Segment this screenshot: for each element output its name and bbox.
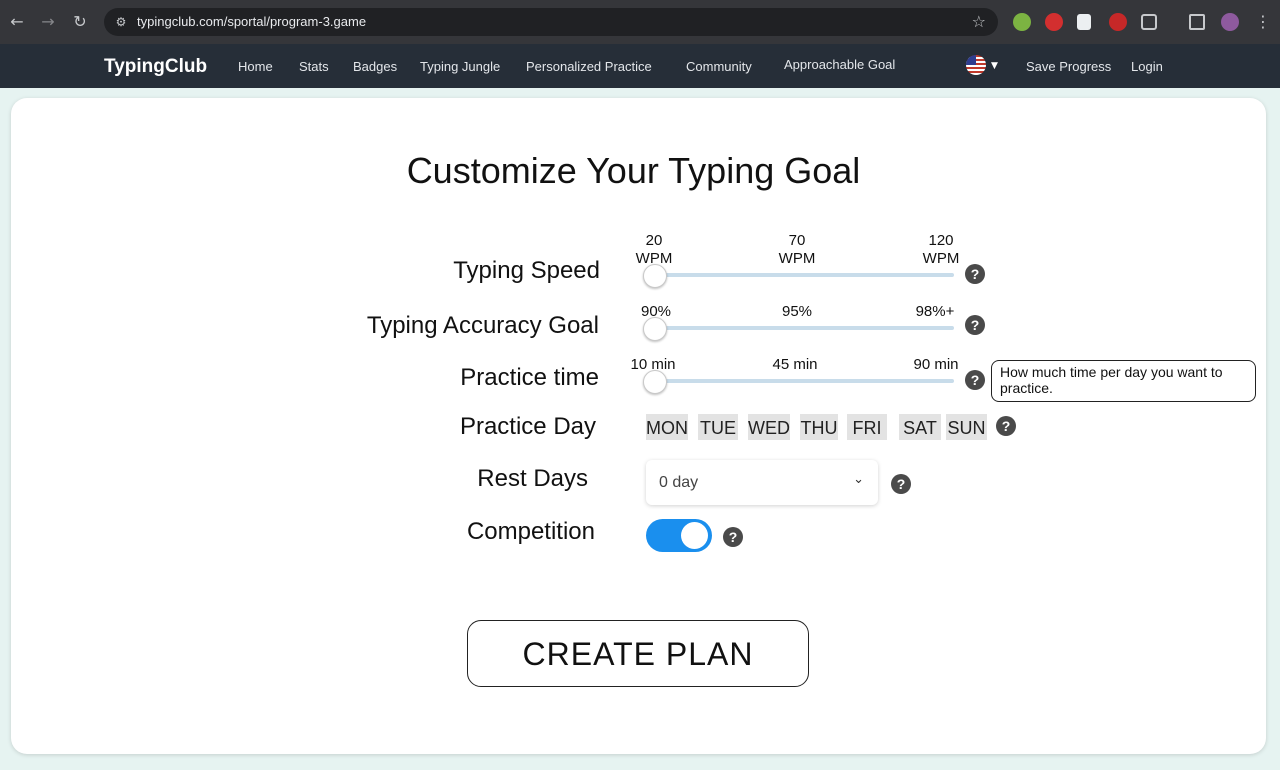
page-title: Customize Your Typing Goal — [406, 150, 861, 191]
practice-day-label: Practice Day — [459, 413, 596, 440]
day-tue[interactable]: TUE — [698, 414, 738, 440]
rest-days-help-icon[interactable]: ? — [891, 474, 911, 494]
competition-help-icon[interactable]: ? — [723, 527, 743, 547]
day-fri[interactable]: FRI — [847, 414, 887, 440]
practice-time-help-icon[interactable]: ? — [965, 370, 985, 390]
site-info-icon[interactable]: ⚙ — [113, 14, 129, 30]
accuracy-slider[interactable] — [654, 326, 954, 330]
speed-tick-max: 120 WPM — [922, 232, 960, 267]
site-navbar: TypingClub Home Stats Badges Typing Jung… — [0, 44, 1280, 88]
nav-stats[interactable]: Stats — [299, 59, 329, 74]
accuracy-slider-handle[interactable] — [643, 317, 667, 341]
extension-icon-2[interactable] — [1045, 13, 1063, 31]
rest-days-select[interactable]: 0 day ⌄ — [646, 460, 878, 505]
language-caret-icon[interactable]: ▼ — [991, 56, 998, 76]
extension-icon-1[interactable] — [1013, 13, 1031, 31]
nav-typing-jungle[interactable]: Typing Jungle — [420, 59, 500, 74]
typing-speed-slider[interactable] — [654, 273, 954, 277]
extensions-puzzle-icon[interactable] — [1141, 14, 1157, 30]
rest-days-label: Rest Days — [477, 465, 588, 492]
accuracy-tick-mid: 95% — [781, 303, 813, 320]
profile-avatar[interactable] — [1221, 13, 1239, 31]
bookmark-star-icon[interactable]: ☆ — [972, 12, 986, 31]
browser-toolbar: ← → ↻ ⚙ typingclub.com/sportal/program-3… — [0, 0, 1280, 44]
practice-time-tooltip: How much time per day you want to practi… — [991, 360, 1256, 402]
forward-icon[interactable]: → — [38, 12, 58, 32]
nav-community[interactable]: Community — [686, 59, 752, 74]
typingclub-logo[interactable]: TypingClub — [104, 56, 207, 78]
rest-days-value: 0 day — [659, 474, 699, 491]
us-flag-icon[interactable] — [966, 55, 986, 75]
day-mon[interactable]: MON — [646, 414, 688, 440]
reload-icon[interactable]: ↻ — [70, 12, 90, 32]
day-thu[interactable]: THU — [800, 414, 838, 440]
toggle-knob — [681, 522, 708, 549]
practice-time-slider-handle[interactable] — [643, 370, 667, 394]
speed-tick-min: 20 WPM — [635, 232, 673, 267]
address-bar[interactable]: ⚙ typingclub.com/sportal/program-3.game … — [104, 8, 998, 36]
shield-extension-icon[interactable] — [1077, 14, 1091, 30]
typing-speed-help-icon[interactable]: ? — [965, 264, 985, 284]
accuracy-goal-label: Typing Accuracy Goal — [366, 312, 599, 339]
chevron-down-icon: ⌄ — [853, 472, 864, 487]
practice-time-label: Practice time — [460, 364, 599, 391]
back-icon[interactable]: ← — [7, 12, 27, 32]
time-tick-mid: 45 min — [772, 356, 818, 373]
create-plan-button[interactable]: CREATE PLAN — [467, 620, 809, 687]
login-link[interactable]: Login — [1131, 59, 1163, 74]
nav-home[interactable]: Home — [238, 59, 273, 74]
day-sat[interactable]: SAT — [899, 414, 941, 440]
practice-day-help-icon[interactable]: ? — [996, 416, 1016, 436]
accuracy-tick-max: 98%+ — [915, 303, 955, 320]
accuracy-help-icon[interactable]: ? — [965, 315, 985, 335]
competition-toggle[interactable] — [646, 519, 712, 552]
nav-personalized-practice[interactable]: Personalized Practice — [526, 59, 652, 74]
url-text[interactable]: typingclub.com/sportal/program-3.game — [137, 14, 366, 29]
extension-icon-4[interactable] — [1109, 13, 1127, 31]
competition-label: Competition — [466, 518, 595, 545]
speed-tick-mid: 70 WPM — [778, 232, 816, 267]
side-panel-icon[interactable] — [1189, 14, 1205, 30]
typing-speed-label: Typing Speed — [453, 257, 600, 284]
typing-speed-slider-handle[interactable] — [643, 264, 667, 288]
browser-menu-icon[interactable]: ⋮ — [1253, 12, 1273, 32]
practice-time-slider[interactable] — [654, 379, 954, 383]
nav-approachable-goal[interactable]: Approachable Goal — [784, 57, 895, 72]
day-wed[interactable]: WED — [748, 414, 790, 440]
save-progress-link[interactable]: Save Progress — [1026, 59, 1111, 74]
day-sun[interactable]: SUN — [946, 414, 987, 440]
time-tick-max: 90 min — [913, 356, 959, 373]
nav-badges[interactable]: Badges — [353, 59, 397, 74]
